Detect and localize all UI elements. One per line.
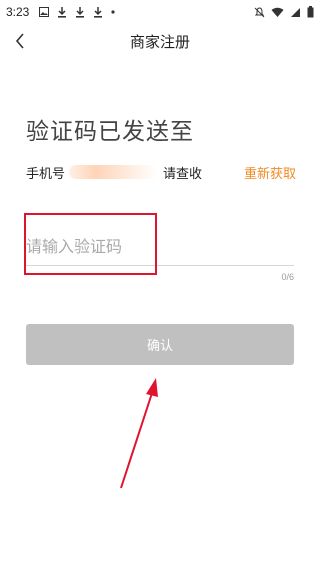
mute-icon <box>254 6 265 17</box>
chevron-left-icon <box>15 33 24 49</box>
resend-code-link[interactable]: 重新获取 <box>244 163 296 182</box>
status-bar: 3:23 <box>0 0 320 24</box>
annotation-arrow <box>120 378 158 489</box>
phone-number-redacted <box>69 165 158 179</box>
verification-heading: 验证码已发送至 <box>26 119 194 145</box>
header: 商家注册 <box>0 24 320 58</box>
download-icon <box>94 6 103 18</box>
status-time: 3:23 <box>6 5 30 19</box>
phone-label: 手机号 <box>26 166 66 182</box>
download-icon <box>76 6 85 18</box>
annotation-arrow-head <box>146 378 158 397</box>
verification-code-input[interactable] <box>26 228 294 264</box>
confirm-button[interactable]: 确认 <box>26 324 294 365</box>
download-icon <box>58 6 67 18</box>
status-icons-right <box>254 6 314 18</box>
back-button[interactable] <box>10 31 30 51</box>
annotation-arrow-line <box>120 389 154 489</box>
battery-icon <box>307 6 314 18</box>
phone-row: 手机号 请查收 重新获取 <box>26 162 296 182</box>
code-input-wrapper <box>26 228 294 266</box>
status-icons-left <box>39 6 115 18</box>
dot-icon <box>111 10 115 14</box>
phone-suffix: 请查收 <box>163 166 203 182</box>
signal-icon <box>291 7 300 17</box>
wifi-icon <box>271 7 284 17</box>
page-title: 商家注册 <box>129 32 190 51</box>
image-icon <box>39 7 50 17</box>
code-length-counter: 0/6 <box>281 272 294 282</box>
